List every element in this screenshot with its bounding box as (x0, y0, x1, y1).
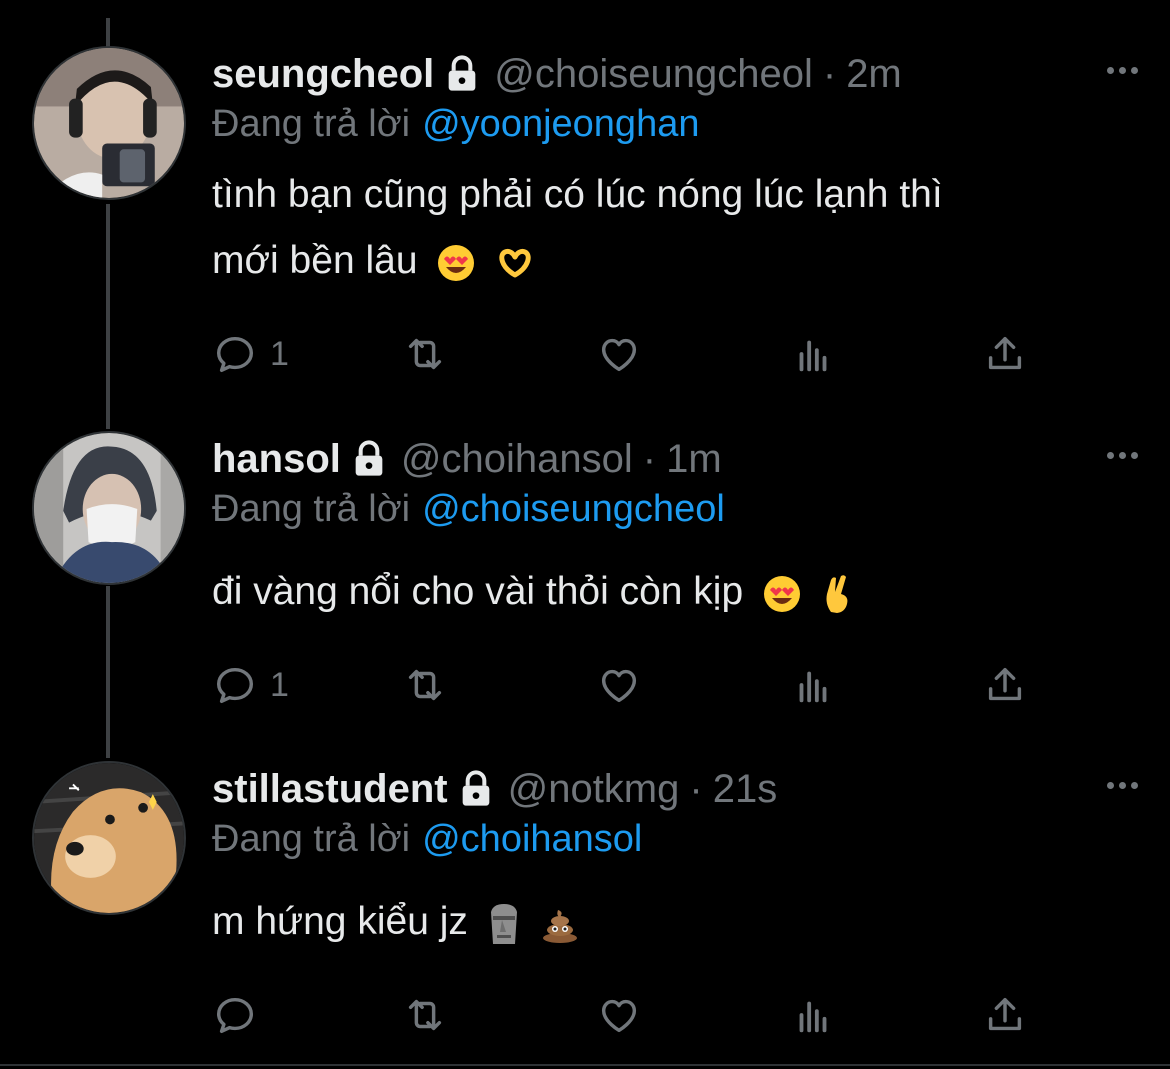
lock-icon (349, 439, 389, 479)
timestamp[interactable]: 1m (666, 431, 722, 487)
display-name[interactable]: seungcheol (212, 46, 434, 102)
crossed-fingers-emoji (821, 574, 855, 614)
tweet-text-line: mới bền lâu (212, 239, 418, 282)
retweet-button[interactable] (402, 987, 448, 1043)
share-icon (988, 997, 1022, 1031)
separator: · (689, 767, 703, 811)
reply-context: Đang trả lời @choiseungcheol (212, 481, 725, 537)
reply-prefix: Đang trả lời (212, 103, 411, 145)
share-button[interactable] (982, 657, 1028, 713)
reply-context: Đang trả lời @choihansol (212, 811, 642, 867)
reply-prefix: Đang trả lời (212, 818, 411, 860)
like-button[interactable] (596, 657, 642, 713)
reply-to-link[interactable]: @choihansol (422, 818, 642, 860)
retweet-icon (408, 338, 442, 370)
like-button[interactable] (596, 987, 642, 1043)
like-icon (601, 338, 637, 372)
retweet-icon (408, 999, 442, 1031)
reply-count: 1 (270, 665, 289, 704)
share-icon (988, 667, 1022, 701)
retweet-icon (408, 669, 442, 701)
tweet-actions (212, 987, 1052, 1043)
user-handle[interactable]: @notkmg (508, 761, 680, 817)
divider (0, 1064, 1170, 1066)
views-icon (799, 1001, 827, 1033)
reply-to-link[interactable]: @yoonjeonghan (422, 103, 699, 145)
user-handle[interactable]: @choihansol (401, 431, 633, 487)
more-icon[interactable] (1098, 435, 1146, 475)
share-button[interactable] (982, 987, 1028, 1043)
views-button[interactable] (790, 657, 836, 713)
lock-icon (442, 54, 482, 94)
tweet-text-line: m hứng kiểu jz (212, 900, 468, 943)
reply-context: Đang trả lời @yoonjeonghan (212, 96, 699, 152)
retweet-button[interactable] (402, 657, 448, 713)
share-button[interactable] (982, 326, 1028, 382)
lock-icon (456, 769, 496, 809)
reply-icon (216, 336, 254, 373)
timestamp[interactable]: 2m (846, 46, 902, 102)
tweet-text: tình bạn cũng phải có lúc nóng lúc lạnh … (212, 162, 1112, 294)
tweet-text: đi vàng nổi cho vài thỏi còn kịp (212, 559, 1112, 625)
user-handle[interactable]: @choiseungcheol (494, 46, 813, 102)
reply-icon (216, 997, 254, 1034)
display-name[interactable]: hansol (212, 431, 341, 487)
reply-prefix: Đang trả lời (212, 488, 411, 530)
avatar[interactable] (32, 46, 186, 200)
thread-line-2 (106, 586, 110, 758)
thread-line-top (106, 18, 110, 48)
like-icon (601, 669, 637, 703)
reply-button[interactable] (212, 987, 270, 1043)
reply-to-link[interactable]: @choiseungcheol (422, 488, 725, 530)
moai-emoji (487, 902, 521, 946)
reply-icon (216, 667, 254, 704)
tweet-text: m hứng kiểu jz (212, 889, 1112, 955)
tweet-actions: 1 (212, 326, 1052, 382)
tweet-text-line: tình bạn cũng phải có lúc nóng lúc lạnh … (212, 173, 943, 216)
more-icon[interactable] (1098, 765, 1146, 805)
more-icon[interactable] (1098, 50, 1146, 90)
thread-line-1 (106, 204, 110, 429)
reply-button[interactable]: 1 (212, 326, 289, 382)
retweet-button[interactable] (402, 326, 448, 382)
views-button[interactable] (790, 987, 836, 1043)
tweet-text-line: đi vàng nổi cho vài thỏi còn kịp (212, 570, 744, 613)
separator: · (822, 52, 837, 96)
heart-hands-emoji (495, 243, 535, 283)
reply-button[interactable]: 1 (212, 657, 289, 713)
views-button[interactable] (790, 326, 836, 382)
like-icon (601, 999, 637, 1033)
tweet-actions: 1 (212, 657, 1052, 713)
views-icon (799, 671, 827, 703)
heart-eyes-emoji (436, 243, 476, 283)
timestamp[interactable]: 21s (713, 761, 778, 817)
poop-emoji (540, 904, 580, 944)
display-name[interactable]: stillastudent (212, 761, 448, 817)
avatar[interactable] (32, 761, 186, 915)
share-icon (988, 336, 1022, 370)
reply-count: 1 (270, 334, 289, 373)
heart-eyes-emoji (762, 574, 802, 614)
avatar[interactable] (32, 431, 186, 585)
like-button[interactable] (596, 326, 642, 382)
separator: · (642, 437, 657, 481)
views-icon (799, 340, 827, 372)
